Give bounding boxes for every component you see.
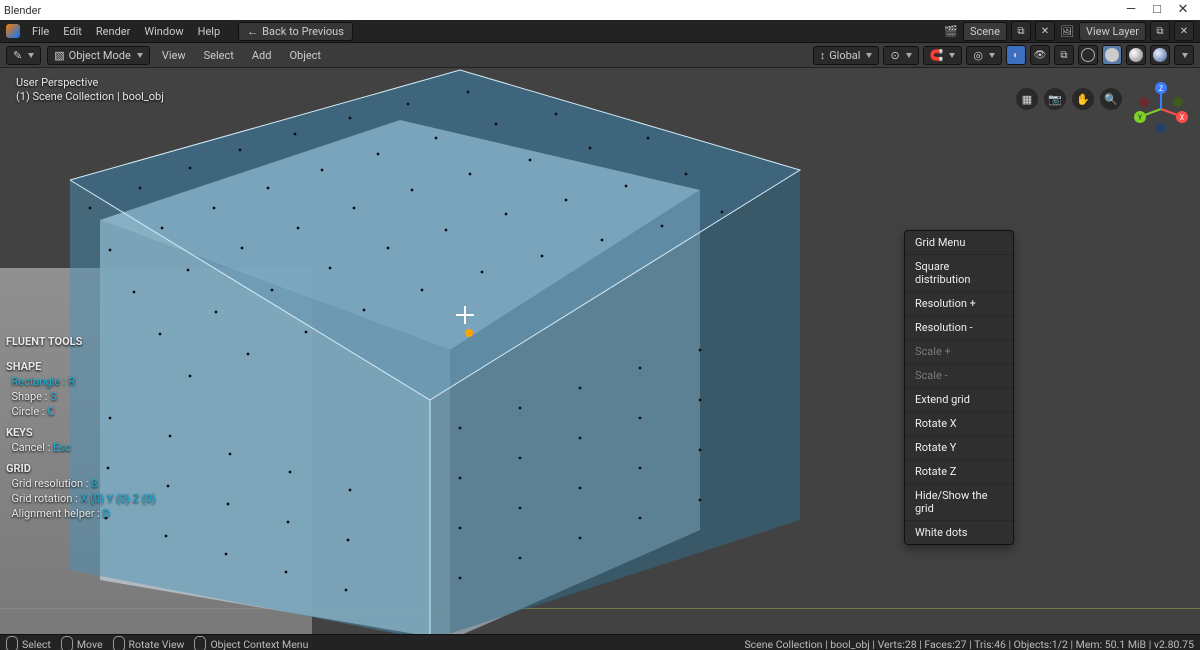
pivot-point[interactable]: ⊙ <box>883 46 918 65</box>
menu-render[interactable]: Render <box>90 25 136 38</box>
viewlayer-copy-button[interactable]: ⧉ <box>1150 21 1170 41</box>
window-minimize-button[interactable]: — <box>1118 0 1144 20</box>
overlay-toggle[interactable]: 👁 <box>1030 45 1050 65</box>
ctx-item-1[interactable]: Square distribution <box>905 255 1013 292</box>
status-context: Object Context Menu <box>194 636 308 650</box>
status-move: Move <box>61 636 103 650</box>
nav-grid-icon[interactable]: ▦ <box>1016 88 1038 110</box>
chevron-down-icon <box>137 53 143 58</box>
menu-view[interactable]: View <box>156 49 192 62</box>
grid-resolution: Grid resolution : 8 <box>6 476 156 491</box>
status-bar: Select Move Rotate View Object Context M… <box>0 634 1200 650</box>
viewlayer-delete-button[interactable]: ✕ <box>1174 21 1194 41</box>
tool-header: ✎ ▧ Object Mode View Select Add Object ↕… <box>0 43 1200 68</box>
window-titlebar: Blender — □ ✕ <box>0 0 1200 20</box>
mouse-icon <box>113 636 125 650</box>
shape-circle: Circle : C <box>6 404 156 419</box>
ctx-item-10[interactable]: Hide/Show the grid <box>905 484 1013 521</box>
topbar: File Edit Render Window Help ← Back to P… <box>0 20 1200 43</box>
menu-object[interactable]: Object <box>283 49 327 62</box>
scene-selector[interactable]: Scene <box>963 22 1007 41</box>
shading-material-button[interactable] <box>1126 45 1146 65</box>
shape-hdr: SHAPE <box>6 359 156 374</box>
axis-gizmo[interactable]: Z Y X <box>1134 82 1188 136</box>
scene-icon: 🎬 <box>943 23 959 39</box>
cube-icon: ▧ <box>54 49 64 62</box>
ctx-item-9[interactable]: Rotate Z <box>905 460 1013 484</box>
xray-toggle[interactable]: ⧉ <box>1054 45 1074 65</box>
menu-window[interactable]: Window <box>138 25 189 38</box>
shape-rectangle: Rectangle : R <box>6 374 156 389</box>
mouse-icon <box>194 636 206 650</box>
3d-cursor-icon <box>465 329 473 337</box>
ctx-item-8[interactable]: Rotate Y <box>905 436 1013 460</box>
perspective-label: User Perspective <box>16 76 164 90</box>
status-stats: Scene Collection | bool_obj | Verts:28 |… <box>744 638 1194 650</box>
collection-path-label: (1) Scene Collection | bool_obj <box>16 90 164 104</box>
ctx-item-3[interactable]: Resolution - <box>905 316 1013 340</box>
shape-shape: Shape : S <box>6 389 156 404</box>
mouse-icon <box>6 636 18 650</box>
viewlayer-selector[interactable]: View Layer <box>1079 22 1146 41</box>
status-rotate: Rotate View <box>113 636 185 650</box>
orientation-label: Global <box>829 49 860 62</box>
grid-alignment: Alignment helper : D <box>6 506 156 521</box>
fluent-tools-overlay: FLUENT TOOLS SHAPE Rectangle : R Shape :… <box>6 328 156 521</box>
grid-hdr: GRID <box>6 461 156 476</box>
shading-wire-button[interactable] <box>1078 45 1098 65</box>
app-title: Blender <box>4 4 41 17</box>
back-arrow-icon: ← <box>247 25 258 38</box>
viewlayer-icon: 🖼 <box>1059 23 1075 39</box>
status-select: Select <box>6 636 51 650</box>
back-to-previous-button[interactable]: ← Back to Previous <box>238 22 353 41</box>
grid-context-menu: Grid MenuSquare distributionResolution +… <box>904 230 1014 545</box>
mode-label: Object Mode <box>69 49 131 62</box>
ctx-item-7[interactable]: Rotate X <box>905 412 1013 436</box>
mouse-icon <box>61 636 73 650</box>
snap-toggle[interactable]: 🧲 <box>923 46 963 65</box>
shading-rendered-button[interactable] <box>1150 45 1170 65</box>
editor-type-button[interactable]: ✎ <box>6 46 41 65</box>
menu-file[interactable]: File <box>26 25 55 38</box>
ctx-item-2[interactable]: Resolution + <box>905 292 1013 316</box>
menu-select[interactable]: Select <box>198 49 240 62</box>
scene-delete-button[interactable]: ✕ <box>1035 21 1055 41</box>
nav-hand-icon[interactable]: ✋ <box>1072 88 1094 110</box>
mode-dropdown[interactable]: ▧ Object Mode <box>47 46 150 65</box>
ctx-item-5: Scale - <box>905 364 1013 388</box>
keys-hdr: KEYS <box>6 425 156 440</box>
fluent-title: FLUENT TOOLS <box>6 334 156 349</box>
axis-x-label: X <box>1180 114 1185 122</box>
blender-logo-icon[interactable] <box>6 24 20 38</box>
menu-help[interactable]: Help <box>192 25 227 38</box>
axis-z-label: Z <box>1159 85 1163 93</box>
ctx-item-4: Scale + <box>905 340 1013 364</box>
shading-dropdown[interactable] <box>1174 45 1194 65</box>
menu-add[interactable]: Add <box>246 49 278 62</box>
keys-cancel: Cancel : Esc <box>6 440 156 455</box>
overlay-info: User Perspective (1) Scene Collection | … <box>16 76 164 104</box>
ctx-item-11[interactable]: White dots <box>905 521 1013 544</box>
proportional-edit[interactable]: ◎ <box>966 46 1002 65</box>
transform-orientation[interactable]: ↕ Global <box>813 46 880 65</box>
crosshair-icon <box>456 306 474 324</box>
grid-rotation: Grid rotation : X (0) Y (0) Z (0) <box>6 491 156 506</box>
back-label: Back to Previous <box>262 25 344 38</box>
ctx-item-6[interactable]: Extend grid <box>905 388 1013 412</box>
nav-zoom-icon[interactable]: 🔍 <box>1100 88 1122 110</box>
menu-edit[interactable]: Edit <box>57 25 88 38</box>
shading-solid-button[interactable] <box>1102 45 1122 65</box>
viewport-3d[interactable]: User Perspective (1) Scene Collection | … <box>0 68 1200 634</box>
scene-copy-button[interactable]: ⧉ <box>1011 21 1031 41</box>
bool-obj-mesh[interactable] <box>40 68 820 634</box>
nav-gizmo-buttons: ▦ 📷 ✋ 🔍 <box>1016 88 1122 110</box>
nav-camera-icon[interactable]: 📷 <box>1044 88 1066 110</box>
window-maximize-button[interactable]: □ <box>1144 0 1170 20</box>
window-close-button[interactable]: ✕ <box>1170 0 1196 20</box>
overlay-gizmos-button[interactable]: ◐ <box>1006 45 1026 65</box>
ctx-item-0[interactable]: Grid Menu <box>905 231 1013 255</box>
